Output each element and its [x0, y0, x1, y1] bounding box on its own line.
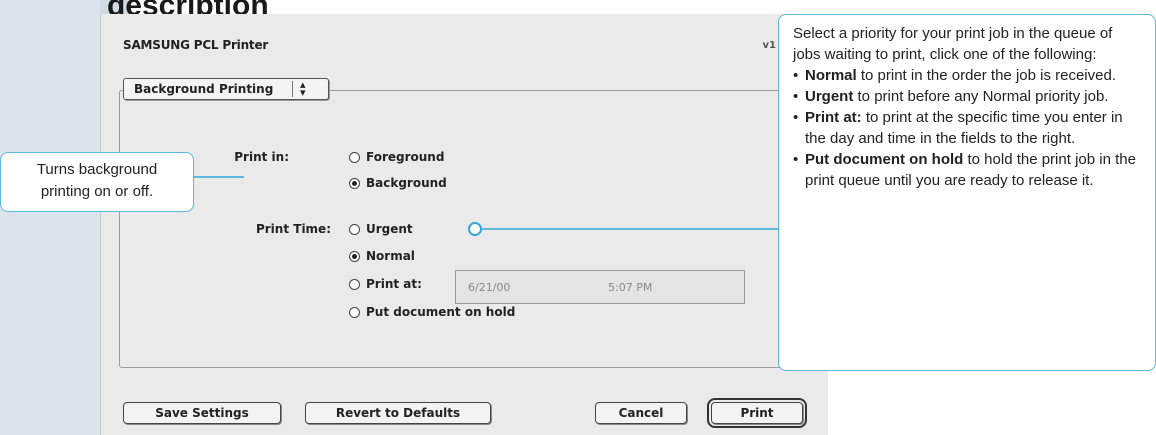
print-at-datetime-field[interactable]: 6/21/00 5:07 PM: [455, 270, 745, 304]
radio-foreground-label: Foreground: [366, 150, 445, 164]
radio-print-at-icon: [349, 278, 360, 290]
radio-foreground[interactable]: Foreground: [349, 150, 444, 164]
page-sidebar-strip: [0, 0, 100, 435]
dialog-version: v1: [762, 40, 776, 51]
list-item: Put document on hold to hold the print j…: [793, 149, 1141, 191]
radio-print-at-label: Print at:: [366, 277, 422, 291]
list-item-text: to print before any Normal priority job.: [853, 88, 1109, 105]
print-time-label: Print Time:: [255, 222, 331, 236]
left-callout-leader: [194, 176, 244, 178]
radio-foreground-icon: [349, 151, 360, 163]
radio-background-label: Background: [366, 176, 447, 190]
print-dialog: SAMSUNG PCL Printer v1 Background Printi…: [100, 14, 828, 435]
list-item: Normal to print in the order the job is …: [793, 65, 1141, 86]
radio-urgent-icon: [349, 223, 360, 235]
panel-popup-label: Background Printing: [134, 82, 274, 96]
radio-urgent[interactable]: Urgent: [349, 222, 413, 236]
list-item-term: Put document on hold: [805, 151, 964, 168]
list-item-term: Urgent: [805, 88, 854, 105]
radio-normal-icon: [349, 250, 360, 262]
left-callout-line-1: Turns background: [36, 161, 158, 178]
left-callout-line-2: printing on or off.: [40, 183, 154, 200]
radio-background-icon: [349, 177, 360, 189]
right-callout-intro: Select a priority for your print job in …: [793, 25, 1113, 63]
list-item-term: Print at:: [805, 109, 862, 126]
list-item: Print at: to print at the specific time …: [793, 107, 1141, 149]
list-item-term: Normal: [805, 67, 857, 84]
print-at-date: 6/21/00: [468, 281, 511, 294]
right-callout: Select a priority for your print job in …: [778, 14, 1156, 371]
popup-divider: [292, 81, 293, 97]
print-button[interactable]: Print: [707, 398, 807, 428]
radio-urgent-label: Urgent: [366, 222, 413, 236]
radio-print-at[interactable]: Print at:: [349, 277, 422, 291]
cancel-button[interactable]: Cancel: [595, 402, 687, 424]
save-settings-button[interactable]: Save Settings: [123, 402, 281, 424]
up-down-arrows-icon: ▴ ▾: [300, 78, 306, 99]
radio-put-on-hold-label: Put document on hold: [366, 305, 516, 319]
radio-normal[interactable]: Normal: [349, 249, 415, 263]
print-at-time: 5:07 PM: [608, 281, 653, 294]
right-callout-leader: [475, 228, 779, 230]
revert-to-defaults-button[interactable]: Revert to Defaults: [305, 402, 491, 424]
radio-put-on-hold[interactable]: Put document on hold: [349, 305, 515, 319]
priority-options-list: Normal to print in the order the job is …: [793, 65, 1141, 191]
dialog-title: SAMSUNG PCL Printer: [123, 38, 269, 52]
left-callout: Turns background printing on or off.: [0, 152, 194, 212]
list-item-text: to print in the order the job is receive…: [856, 67, 1116, 84]
radio-normal-label: Normal: [366, 249, 415, 263]
leader-dot-icon: [468, 222, 482, 236]
panel-popup-menu[interactable]: Background Printing ▴ ▾: [123, 78, 329, 100]
radio-background[interactable]: Background: [349, 176, 447, 190]
radio-put-on-hold-icon: [349, 306, 360, 318]
list-item: Urgent to print before any Normal priori…: [793, 86, 1141, 107]
